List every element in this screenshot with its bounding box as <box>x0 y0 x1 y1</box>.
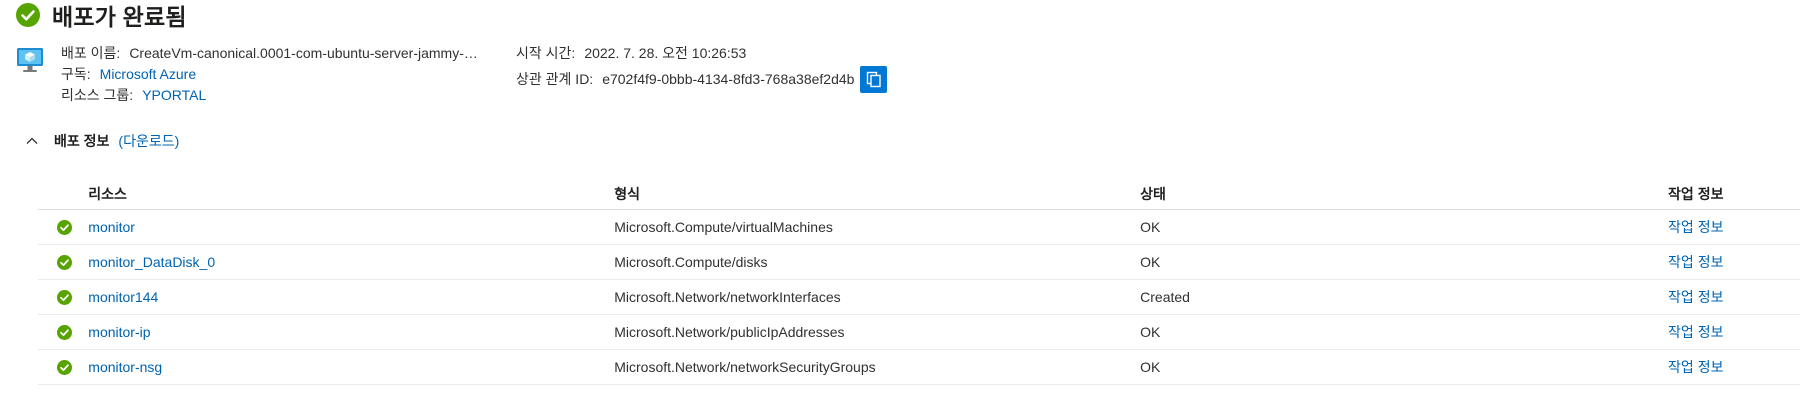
table-row: monitor-nsg Microsoft.Network/networkSec… <box>38 350 1800 385</box>
deployment-name-value: CreateVm-canonical.0001-com-ubuntu-serve… <box>129 45 480 61</box>
resource-name-link[interactable]: monitor_DataDisk_0 <box>88 254 614 270</box>
resource-type: Microsoft.Compute/virtualMachines <box>614 219 833 235</box>
resource-status: OK <box>1140 219 1161 235</box>
resource-name-link[interactable]: monitor <box>88 219 614 235</box>
operation-details-link[interactable]: 작업 정보 <box>1668 217 1800 237</box>
success-check-icon <box>57 324 72 340</box>
deployment-summary-right: 시작 시간: 2022. 7. 28. 오전 10:26:53 상관 관계 ID… <box>516 43 888 95</box>
row-status-cell <box>38 359 88 375</box>
resource-type: Microsoft.Compute/disks <box>614 254 768 270</box>
resource-name-link[interactable]: monitor-nsg <box>88 359 614 375</box>
row-status-cell <box>38 289 88 305</box>
resource-group-row: 리소스 그룹: YPORTAL <box>61 85 479 106</box>
resource-status: OK <box>1140 324 1161 340</box>
correlation-id-label: 상관 관계 ID: <box>516 71 594 87</box>
row-status-cell <box>38 324 88 340</box>
column-header-type[interactable]: 형식 <box>614 184 1140 204</box>
start-time-value: 2022. 7. 28. 오전 10:26:53 <box>584 45 747 61</box>
table-row: monitor_DataDisk_0 Microsoft.Compute/dis… <box>38 245 1800 280</box>
download-link[interactable]: (다운로드) <box>118 131 179 151</box>
resource-status: OK <box>1140 254 1161 270</box>
column-header-resource[interactable]: 리소스 <box>88 184 614 204</box>
table-header: 리소스 형식 상태 작업 정보 <box>38 178 1800 210</box>
success-check-icon <box>57 219 72 235</box>
table-row: monitor144 Microsoft.Network/networkInte… <box>38 280 1800 315</box>
deployment-overview-page: 배포가 완료됨 배포 이름: CreateVm-canonical.0001-c… <box>0 0 1800 400</box>
resource-name-link[interactable]: monitor-ip <box>88 324 614 340</box>
column-header-operation[interactable]: 작업 정보 <box>1668 184 1800 204</box>
table-row: monitor Microsoft.Compute/virtualMachine… <box>38 210 1800 245</box>
start-time-row: 시작 시간: 2022. 7. 28. 오전 10:26:53 <box>516 43 887 64</box>
operation-details-link[interactable]: 작업 정보 <box>1668 322 1800 342</box>
deployment-resources-table: 리소스 형식 상태 작업 정보 monitor Microsoft.Comput… <box>38 178 1800 385</box>
success-check-icon <box>16 3 40 27</box>
deployment-details-toggle[interactable]: 배포 정보 (다운로드) <box>26 131 179 151</box>
correlation-id-row: 상관 관계 ID: e702f4f9-0bbb-4134-8fd3-768a38… <box>516 64 888 95</box>
deployment-name-row: 배포 이름: CreateVm-canonical.0001-com-ubunt… <box>61 43 479 64</box>
resource-status: Created <box>1140 289 1190 305</box>
operation-details-link[interactable]: 작업 정보 <box>1668 252 1800 272</box>
copy-button[interactable] <box>860 66 888 93</box>
deployment-summary-left: 배포 이름: CreateVm-canonical.0001-com-ubunt… <box>61 43 479 106</box>
resource-type: Microsoft.Network/networkSecurityGroups <box>614 359 876 375</box>
column-header-status[interactable]: 상태 <box>1140 184 1668 204</box>
resource-type: Microsoft.Network/networkInterfaces <box>614 289 841 305</box>
deployment-details-label: 배포 정보 <box>54 133 110 149</box>
correlation-id-value: e702f4f9-0bbb-4134-8fd3-768a38ef2d4b <box>602 71 855 87</box>
table-row: monitor-ip Microsoft.Network/publicIpAdd… <box>38 315 1800 350</box>
row-status-cell <box>38 219 88 235</box>
deployment-name-label: 배포 이름: <box>61 45 121 61</box>
subscription-link[interactable]: Microsoft Azure <box>100 64 196 85</box>
operation-details-link[interactable]: 작업 정보 <box>1668 287 1800 307</box>
success-check-icon <box>57 359 72 375</box>
page-title: 배포가 완료됨 <box>52 4 187 30</box>
resource-status: OK <box>1140 359 1161 375</box>
success-check-icon <box>57 254 72 270</box>
start-time-label: 시작 시간: <box>516 45 576 61</box>
deployment-header: 배포가 완료됨 <box>16 0 187 30</box>
subscription-label: 구독: <box>61 66 91 82</box>
chevron-up-icon[interactable] <box>26 135 38 147</box>
copy-icon <box>866 71 881 88</box>
resource-name-link[interactable]: monitor144 <box>88 289 614 305</box>
resource-type: Microsoft.Network/publicIpAddresses <box>614 324 845 340</box>
operation-details-link[interactable]: 작업 정보 <box>1668 357 1800 377</box>
success-check-icon <box>57 289 72 305</box>
resource-group-label: 리소스 그룹: <box>61 87 134 103</box>
virtual-machine-icon <box>17 48 43 72</box>
subscription-row: 구독: Microsoft Azure <box>61 64 479 85</box>
row-status-cell <box>38 254 88 270</box>
resource-group-link[interactable]: YPORTAL <box>142 85 206 106</box>
